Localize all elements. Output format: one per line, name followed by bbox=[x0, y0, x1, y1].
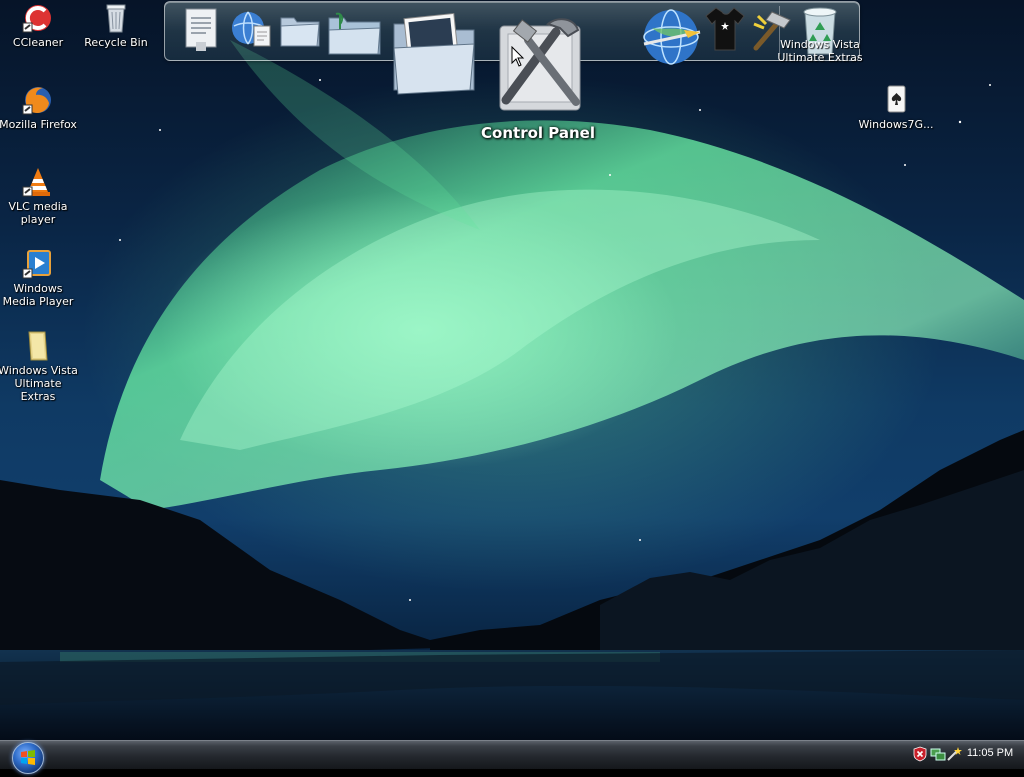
folder-icon bbox=[28, 331, 48, 361]
folder-icon[interactable] bbox=[278, 10, 322, 50]
desktop-icon-label: Recycle Bin bbox=[84, 36, 148, 49]
desktop-icon-windows7g[interactable]: Windows7G... bbox=[856, 84, 936, 131]
firefox-icon bbox=[22, 87, 51, 115]
taskbar-clock[interactable]: 11:05 PM bbox=[960, 747, 1020, 759]
vlc-cone-icon bbox=[22, 168, 50, 197]
taskbar bbox=[0, 740, 1024, 769]
pictures-folder-icon[interactable] bbox=[388, 10, 480, 98]
dock-item-label: Windows Vista Ultimate Extras bbox=[777, 38, 863, 64]
start-button[interactable] bbox=[12, 742, 44, 774]
internet-globe-icon[interactable] bbox=[642, 8, 702, 66]
desktop-icon-vlc[interactable]: VLC media player bbox=[0, 166, 78, 226]
desktop-icon-windows-media-player[interactable]: Windows Media Player bbox=[0, 248, 78, 308]
desktop-icon-label: Windows Media Player bbox=[2, 282, 74, 308]
desktop-icon-firefox[interactable]: Mozilla Firefox bbox=[0, 84, 78, 131]
desktop-icon-recycle-bin[interactable]: Recycle Bin bbox=[76, 2, 156, 49]
desktop-icon-vista-ultimate-extras[interactable]: Windows Vista Ultimate Extras bbox=[0, 330, 78, 403]
music-folder-icon[interactable] bbox=[326, 10, 384, 58]
recycle-bin-icon bbox=[106, 4, 126, 33]
windows-logo-icon bbox=[21, 750, 35, 765]
desktop-icon-label: Windows Vista Ultimate Extras bbox=[0, 364, 78, 403]
ccleaner-icon bbox=[22, 5, 51, 33]
desktop-icon-ccleaner[interactable]: CCleaner bbox=[0, 2, 78, 49]
desktop-icon-label: Mozilla Firefox bbox=[0, 118, 77, 131]
tshirt-icon[interactable] bbox=[704, 4, 746, 54]
mouse-cursor-icon bbox=[511, 46, 525, 67]
document-icon[interactable] bbox=[182, 6, 222, 52]
security-alert-icon[interactable] bbox=[912, 746, 928, 762]
globe-document-icon[interactable] bbox=[226, 8, 274, 52]
control-panel-tools-icon[interactable] bbox=[488, 10, 588, 114]
desktop-icon-label: VLC media player bbox=[8, 200, 68, 226]
playing-card-icon bbox=[887, 85, 906, 113]
media-player-icon bbox=[22, 250, 51, 279]
desktop-icon-label: Windows7G... bbox=[858, 118, 934, 131]
dock-hover-title: Control Panel bbox=[481, 124, 595, 142]
desktop-icon-label: CCleaner bbox=[12, 36, 64, 49]
network-icon[interactable] bbox=[930, 746, 946, 762]
